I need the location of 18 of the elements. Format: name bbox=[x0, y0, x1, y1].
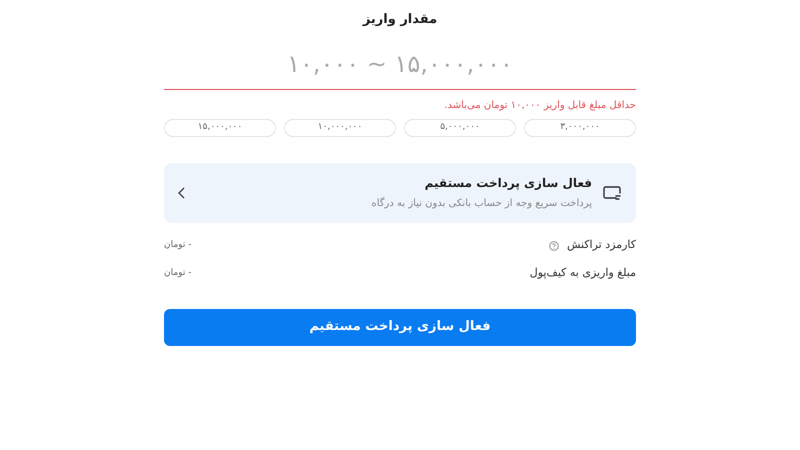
summary-label: مبلغ واریزی به کیف‌پول bbox=[530, 265, 636, 282]
amount-chip[interactable]: ۳,۰۰۰,۰۰۰ bbox=[524, 118, 636, 136]
summary-value: - تومان bbox=[164, 266, 192, 280]
amount-chip[interactable]: ۵,۰۰۰,۰۰۰ bbox=[404, 118, 516, 136]
amount-chip[interactable]: ۱۰,۰۰۰,۰۰۰ bbox=[284, 118, 396, 136]
summary-value: - تومان bbox=[164, 238, 192, 252]
chevron-icon bbox=[178, 186, 186, 198]
card-title: فعال سازی پرداخت مستقیم bbox=[424, 175, 592, 192]
direct-pay-card[interactable]: فعال سازی پرداخت مستقیم پرداخت سریع وجه از حساب بانکی بدون نیاز به درگاه bbox=[164, 162, 636, 222]
amount-field[interactable]: ۱۰,۰۰۰ ~ ۱۵,۰۰۰,۰۰۰ bbox=[164, 40, 636, 90]
card-subtitle: پرداخت سریع وجه از حساب بانکی بدون نیاز به درگاه bbox=[370, 196, 592, 211]
amount-chip[interactable]: ۱۵,۰۰۰,۰۰۰ bbox=[164, 118, 276, 136]
section-title: مقدار واریز bbox=[362, 11, 438, 29]
card-icon bbox=[602, 184, 622, 200]
help-icon[interactable] bbox=[548, 240, 559, 250]
summary-label: کارمزد تراکنش bbox=[566, 237, 636, 254]
error-message: حداقل مبلغ قابل واریز ۱۰,۰۰۰ تومان می‌باشد. bbox=[444, 98, 636, 112]
submit-button[interactable]: فعال سازی پرداخت مستقیم bbox=[164, 308, 636, 346]
